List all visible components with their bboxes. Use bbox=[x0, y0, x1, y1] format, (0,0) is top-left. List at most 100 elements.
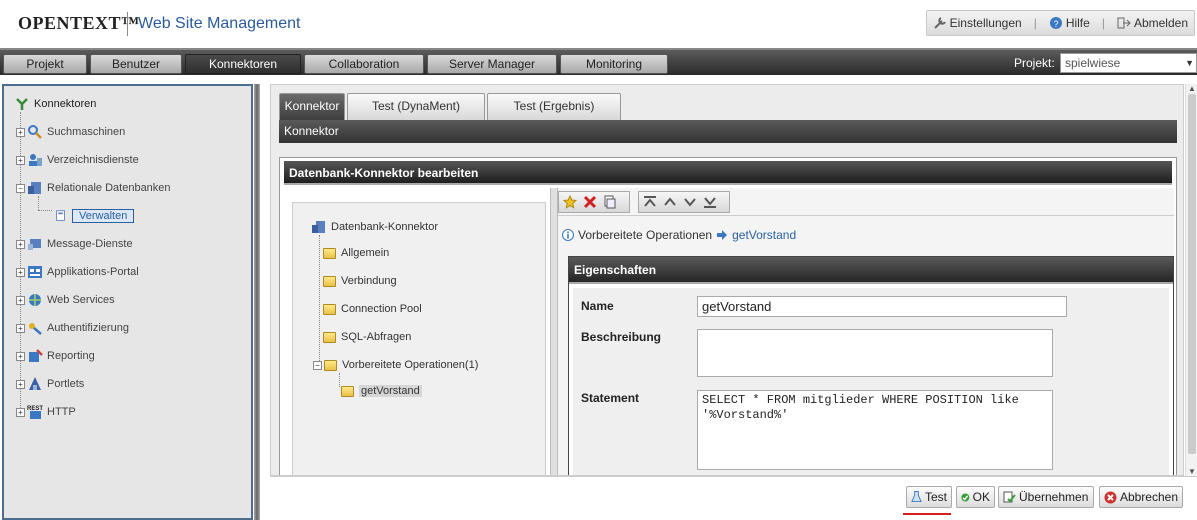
scrollbar-thumb[interactable] bbox=[1188, 94, 1196, 454]
sidebar-item-label: Applikations-Portal bbox=[47, 266, 139, 278]
folder-icon bbox=[324, 359, 337, 371]
sidebar-item-reporting[interactable]: + Reporting bbox=[16, 348, 95, 364]
sidebar-item-label: Portlets bbox=[47, 378, 85, 390]
expand-icon[interactable]: + bbox=[16, 407, 25, 417]
database-icon bbox=[312, 221, 325, 233]
tree-line bbox=[38, 210, 52, 211]
folder-icon bbox=[341, 385, 354, 397]
connectors-icon bbox=[16, 98, 28, 110]
expand-icon[interactable]: + bbox=[16, 351, 25, 361]
message-icon bbox=[28, 239, 41, 250]
test-button[interactable]: Test bbox=[906, 486, 952, 508]
breadcrumb-parent[interactable]: Vorbereitete Operationen bbox=[578, 228, 712, 242]
sidebar-item-authentifizierung[interactable]: + Authentifizierung bbox=[16, 320, 129, 336]
logout-label: Abmelden bbox=[1133, 16, 1188, 30]
detail-area: Vorbereitete Operationen getVorstand Eig… bbox=[558, 188, 1174, 475]
new-button[interactable] bbox=[561, 193, 579, 211]
move-down-button[interactable] bbox=[681, 193, 699, 211]
settings-link[interactable]: Einstellungen bbox=[933, 16, 1022, 30]
subtab-test-dynament[interactable]: Test (DynaMent) bbox=[347, 93, 485, 120]
description-field[interactable] bbox=[697, 329, 1053, 377]
portlets-icon bbox=[29, 377, 41, 390]
scroll-down-icon[interactable]: ▼ bbox=[1188, 467, 1196, 476]
expand-icon[interactable]: + bbox=[16, 239, 25, 249]
sidebar-item-http[interactable]: + REST HTTP bbox=[16, 404, 76, 420]
sidebar-item-label: Message-Dienste bbox=[47, 238, 133, 250]
detail-toolbar bbox=[558, 188, 1174, 216]
name-field[interactable]: getVorstand bbox=[697, 296, 1067, 317]
tree-item-sql-abfragen[interactable]: SQL-Abfragen bbox=[323, 331, 411, 343]
delete-button[interactable] bbox=[581, 193, 599, 211]
statement-label: Statement bbox=[581, 391, 640, 405]
move-bottom-button[interactable] bbox=[701, 193, 719, 211]
ok-button[interactable]: OK bbox=[956, 486, 995, 508]
expand-icon[interactable]: + bbox=[16, 155, 25, 165]
expand-icon[interactable]: + bbox=[16, 379, 25, 389]
help-link[interactable]: ? Hilfe bbox=[1049, 16, 1090, 30]
opentext-logo: OPENTEXT™ bbox=[18, 13, 140, 33]
properties-body: Name getVorstand Beschreibung Statement … bbox=[573, 288, 1169, 475]
tab-benutzer[interactable]: Benutzer bbox=[90, 54, 182, 74]
info-icon bbox=[562, 229, 574, 241]
tab-collaboration[interactable]: Collaboration bbox=[304, 54, 424, 74]
copy-icon bbox=[604, 195, 616, 209]
sidebar-item-portlets[interactable]: + Portlets bbox=[16, 376, 84, 392]
panel-splitter[interactable] bbox=[254, 84, 260, 520]
tab-server-manager[interactable]: Server Manager bbox=[427, 54, 557, 74]
apply-button[interactable]: Übernehmen bbox=[998, 486, 1094, 508]
globe-icon bbox=[29, 294, 41, 306]
tree-item-label: Allgemein bbox=[341, 247, 390, 259]
scroll-up-icon[interactable]: ▲ bbox=[1188, 84, 1196, 93]
sidebar-item-label: Web Services bbox=[47, 294, 115, 306]
sidebar-item-web-services[interactable]: + Web Services bbox=[16, 292, 115, 308]
tree-item-vorbereitete-operationen[interactable]: − Vorbereitete Operationen(1) bbox=[313, 359, 478, 371]
folder-icon bbox=[323, 247, 336, 259]
sidebar-item-verzeichnisdienste[interactable]: + Verzeichnisdienste bbox=[16, 152, 139, 168]
flask-icon bbox=[911, 491, 922, 503]
description-label: Beschreibung bbox=[581, 330, 662, 344]
tree-item-getvorstand[interactable]: getVorstand bbox=[341, 385, 422, 397]
sidebar-item-message-dienste[interactable]: + Message-Dienste bbox=[16, 236, 133, 252]
copy-button[interactable] bbox=[601, 193, 619, 211]
tree-root-datenbank-konnektor[interactable]: Datenbank-Konnektor bbox=[311, 219, 438, 235]
expand-icon[interactable]: + bbox=[16, 295, 25, 305]
link-divider-2: | bbox=[1101, 16, 1105, 30]
expand-icon[interactable]: + bbox=[16, 127, 25, 137]
rest-icon: REST bbox=[27, 406, 43, 419]
app-title: Web Site Management bbox=[138, 15, 301, 32]
subtab-konnektor[interactable]: Konnektor bbox=[279, 93, 345, 120]
expand-icon[interactable]: + bbox=[16, 323, 25, 333]
tab-monitoring[interactable]: Monitoring bbox=[560, 54, 668, 74]
tab-projekt[interactable]: Projekt bbox=[3, 54, 87, 74]
project-select[interactable]: spielwiese ▼ bbox=[1060, 53, 1197, 73]
collapse-icon[interactable]: − bbox=[16, 183, 25, 193]
directory-icon bbox=[29, 154, 42, 166]
tree-item-allgemein[interactable]: Allgemein bbox=[323, 247, 389, 259]
move-up-button[interactable] bbox=[661, 193, 679, 211]
collapse-icon[interactable]: − bbox=[313, 360, 322, 370]
name-label: Name bbox=[581, 299, 614, 313]
cancel-label: Abbrechen bbox=[1119, 490, 1178, 504]
tree-item-connection-pool[interactable]: Connection Pool bbox=[323, 303, 422, 315]
inner-splitter[interactable] bbox=[550, 188, 558, 475]
sidebar-item-applikations-portal[interactable]: + Applikations-Portal bbox=[16, 264, 139, 280]
move-top-button[interactable] bbox=[641, 193, 659, 211]
tree-item-verbindung[interactable]: Verbindung bbox=[323, 275, 397, 287]
main-scrollbar[interactable]: ▲ ▼ bbox=[1185, 84, 1197, 476]
sidebar-item-suchmaschinen[interactable]: + Suchmaschinen bbox=[16, 124, 125, 140]
subtab-test-ergebnis[interactable]: Test (Ergebnis) bbox=[487, 93, 621, 120]
cancel-button[interactable]: Abbrechen bbox=[1099, 486, 1183, 508]
sidebar-root[interactable]: Konnektoren bbox=[14, 96, 96, 112]
logout-link[interactable]: Abmelden bbox=[1117, 16, 1188, 30]
sidebar-item-relationale-datenbanken[interactable]: − Relationale Datenbanken bbox=[16, 180, 171, 196]
database-small-icon bbox=[56, 210, 65, 221]
test-label: Test bbox=[924, 490, 947, 504]
main-content: Konnektor Test (DynaMent) Test (Ergebnis… bbox=[270, 84, 1184, 476]
apply-label: Übernehmen bbox=[1019, 490, 1089, 504]
tab-konnektoren[interactable]: Konnektoren bbox=[185, 54, 301, 74]
statement-field[interactable]: SELECT * FROM mitglieder WHERE POSITION … bbox=[697, 390, 1053, 470]
sidebar-item-verwalten[interactable]: Verwalten bbox=[54, 208, 135, 224]
expand-icon[interactable]: + bbox=[16, 267, 25, 277]
help-label: Hilfe bbox=[1065, 16, 1090, 30]
svg-text:?: ? bbox=[1053, 19, 1058, 29]
